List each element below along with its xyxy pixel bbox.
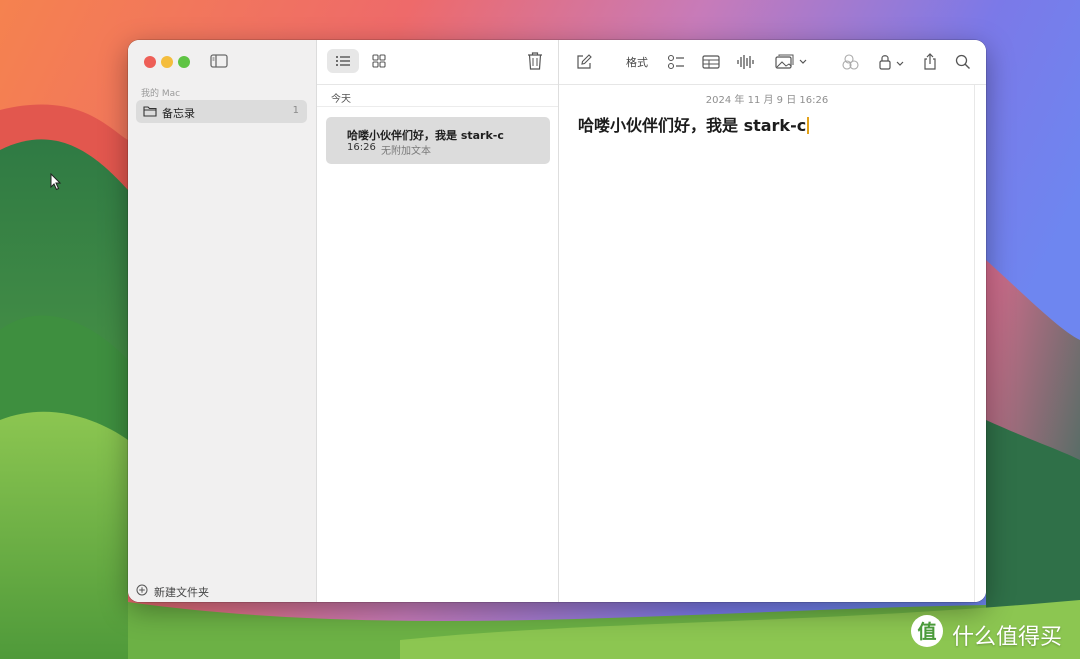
- table-icon[interactable]: [701, 52, 721, 72]
- divider: [317, 106, 558, 107]
- note-preview: 无附加文本: [381, 146, 431, 157]
- note-date: 2024 年 11 月 9 日 16:26: [705, 95, 829, 106]
- smzdm-logo-icon: 值: [911, 615, 943, 647]
- new-folder-label: 新建文件夹: [154, 586, 209, 599]
- editor-toolbar: 格式: [559, 40, 986, 85]
- collaborate-icon[interactable]: [841, 52, 861, 72]
- note-body-editor[interactable]: 哈喽小伙伴们好，我是 stark-c: [578, 112, 809, 136]
- section-label-my-mac: 我的 Mac: [141, 89, 181, 99]
- notes-window: 我的 Mac 备忘录 1 新建文件夹 今天 哈喽小伙伴们好，我是 stark-c…: [128, 40, 986, 602]
- share-icon[interactable]: [920, 52, 940, 72]
- scrollbar-track[interactable]: [974, 85, 975, 602]
- folder-name: 备忘录: [162, 107, 195, 120]
- note-body-text: 哈喽小伙伴们好，我是 stark-c: [578, 116, 807, 135]
- sidebar-toggle-icon[interactable]: [210, 53, 228, 69]
- audio-waveform-icon[interactable]: [735, 52, 755, 72]
- sidebar: 我的 Mac 备忘录 1 新建文件夹: [128, 40, 317, 602]
- sidebar-item-notes-folder[interactable]: 备忘录 1: [136, 100, 307, 123]
- maximize-button[interactable]: [178, 56, 190, 68]
- grid-view-icon[interactable]: [367, 49, 391, 73]
- note-time: 16:26: [347, 142, 376, 153]
- list-view-button[interactable]: [327, 49, 359, 73]
- note-list-pane: 今天 哈喽小伙伴们好，我是 stark-c 16:26 无附加文本: [317, 40, 559, 602]
- checklist-icon[interactable]: [666, 52, 686, 72]
- format-button[interactable]: 格式: [626, 54, 648, 70]
- media-icon[interactable]: [773, 52, 809, 72]
- plus-circle-icon: [136, 584, 148, 596]
- editor-pane: 格式 2024 年 11 月 9 日 16:26 哈喽小伙伴们好，我是 star…: [559, 40, 986, 602]
- note-title: 哈喽小伙伴们好，我是 stark-c: [347, 129, 504, 142]
- compose-icon[interactable]: [574, 52, 594, 72]
- text-caret: [807, 117, 809, 134]
- watermark-text: 什么值得买: [952, 625, 1063, 650]
- mouse-cursor-icon: [50, 173, 62, 191]
- note-list-toolbar: [317, 40, 558, 85]
- trash-icon[interactable]: [525, 50, 545, 72]
- minimize-button[interactable]: [161, 56, 173, 68]
- group-header-today: 今天: [331, 94, 351, 105]
- list-item[interactable]: 哈喽小伙伴们好，我是 stark-c 16:26 无附加文本: [326, 117, 550, 164]
- folder-count: 1: [292, 105, 299, 116]
- folder-icon: [143, 106, 157, 117]
- close-button[interactable]: [144, 56, 156, 68]
- svg-text:值: 值: [917, 620, 936, 643]
- lock-icon[interactable]: [876, 52, 910, 72]
- list-icon: [336, 56, 350, 66]
- search-icon[interactable]: [953, 52, 973, 72]
